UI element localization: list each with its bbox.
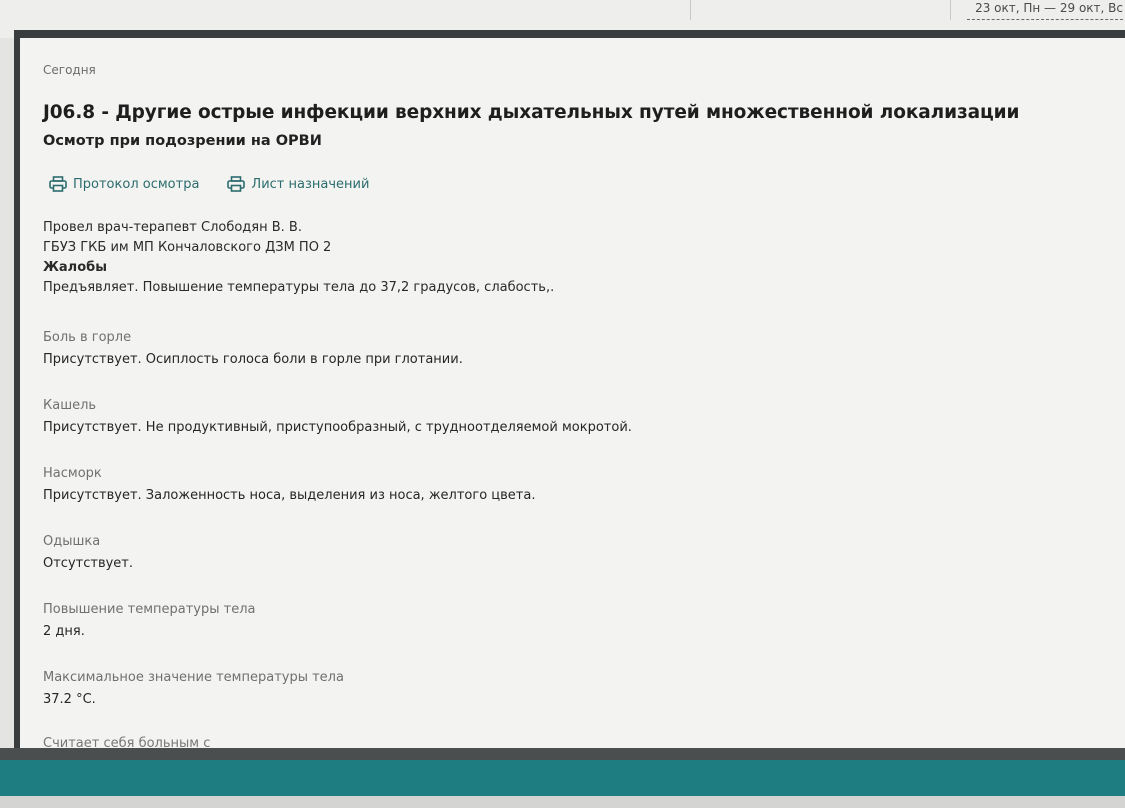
protocol-print-link[interactable]: Протокол осмотра: [49, 176, 199, 192]
section-value: Отсутствует.: [43, 556, 133, 571]
top-divider: [690, 0, 691, 20]
section-label: Насморк: [43, 466, 102, 481]
section-label: Боль в горле: [43, 330, 132, 345]
section-label: Одышка: [43, 534, 101, 549]
medical-record-card: Сегодня J06.8 - Другие острые инфекции в…: [20, 38, 1125, 748]
section-runny-nose: Насморк Присутствует. Заложенность носа,…: [43, 464, 632, 532]
illness-onset-label: Считает себя больным с: [43, 736, 211, 748]
record-info: Провел врач-терапевт Слободян В. В. ГБУЗ…: [43, 218, 554, 298]
doctor-line: Провел врач-терапевт Слободян В. В.: [43, 220, 302, 235]
section-value: Присутствует. Осиплость голоса боли в го…: [43, 352, 463, 367]
section-dyspnea: Одышка Отсутствует.: [43, 532, 632, 600]
top-divider: [950, 0, 951, 20]
section-value: Присутствует. Не продуктивный, приступоо…: [43, 420, 632, 435]
week-range-selector[interactable]: 23 окт, Пн — 29 окт, Вс: [967, 0, 1123, 20]
section-sore-throat: Боль в горле Присутствует. Осиплость гол…: [43, 328, 632, 396]
section-value: 37.2 °C.: [43, 692, 96, 707]
section-value: Присутствует. Заложенность носа, выделен…: [43, 488, 536, 503]
section-label: Максимальное значение температуры тела: [43, 670, 344, 685]
section-value: 2 дня.: [43, 624, 85, 639]
bottom-bar: [0, 760, 1125, 796]
section-label: Кашель: [43, 398, 97, 413]
section-max-temperature: Максимальное значение температуры тела 3…: [43, 668, 632, 736]
section-fever-duration: Повышение температуры тела 2 дня.: [43, 600, 632, 668]
exam-title: Осмотр при подозрении на ОРВИ: [43, 133, 322, 149]
record-date: Сегодня: [43, 63, 96, 77]
complaints-text: Предъявляет. Повышение температуры тела …: [43, 280, 555, 295]
protocol-print-label: Протокол осмотра: [73, 176, 200, 192]
bottom-floor: [0, 796, 1125, 808]
symptom-sections: Боль в горле Присутствует. Осиплость гол…: [43, 328, 632, 736]
clinic-line: ГБУЗ ГКБ им МП Кончаловского ДЗМ ПО 2: [43, 240, 332, 255]
record-actions: Протокол осмотра Лист назначений: [49, 176, 369, 192]
section-cough: Кашель Присутствует. Не продуктивный, пр…: [43, 396, 632, 464]
complaints-title: Жалобы: [43, 260, 107, 275]
prescriptions-print-link[interactable]: Лист назначений: [227, 176, 369, 192]
printer-icon: [49, 176, 67, 192]
prescriptions-print-label: Лист назначений: [251, 176, 370, 192]
section-label: Повышение температуры тела: [43, 602, 256, 617]
diagnosis-title: J06.8 - Другие острые инфекции верхних д…: [43, 102, 1020, 123]
printer-icon: [227, 176, 246, 192]
